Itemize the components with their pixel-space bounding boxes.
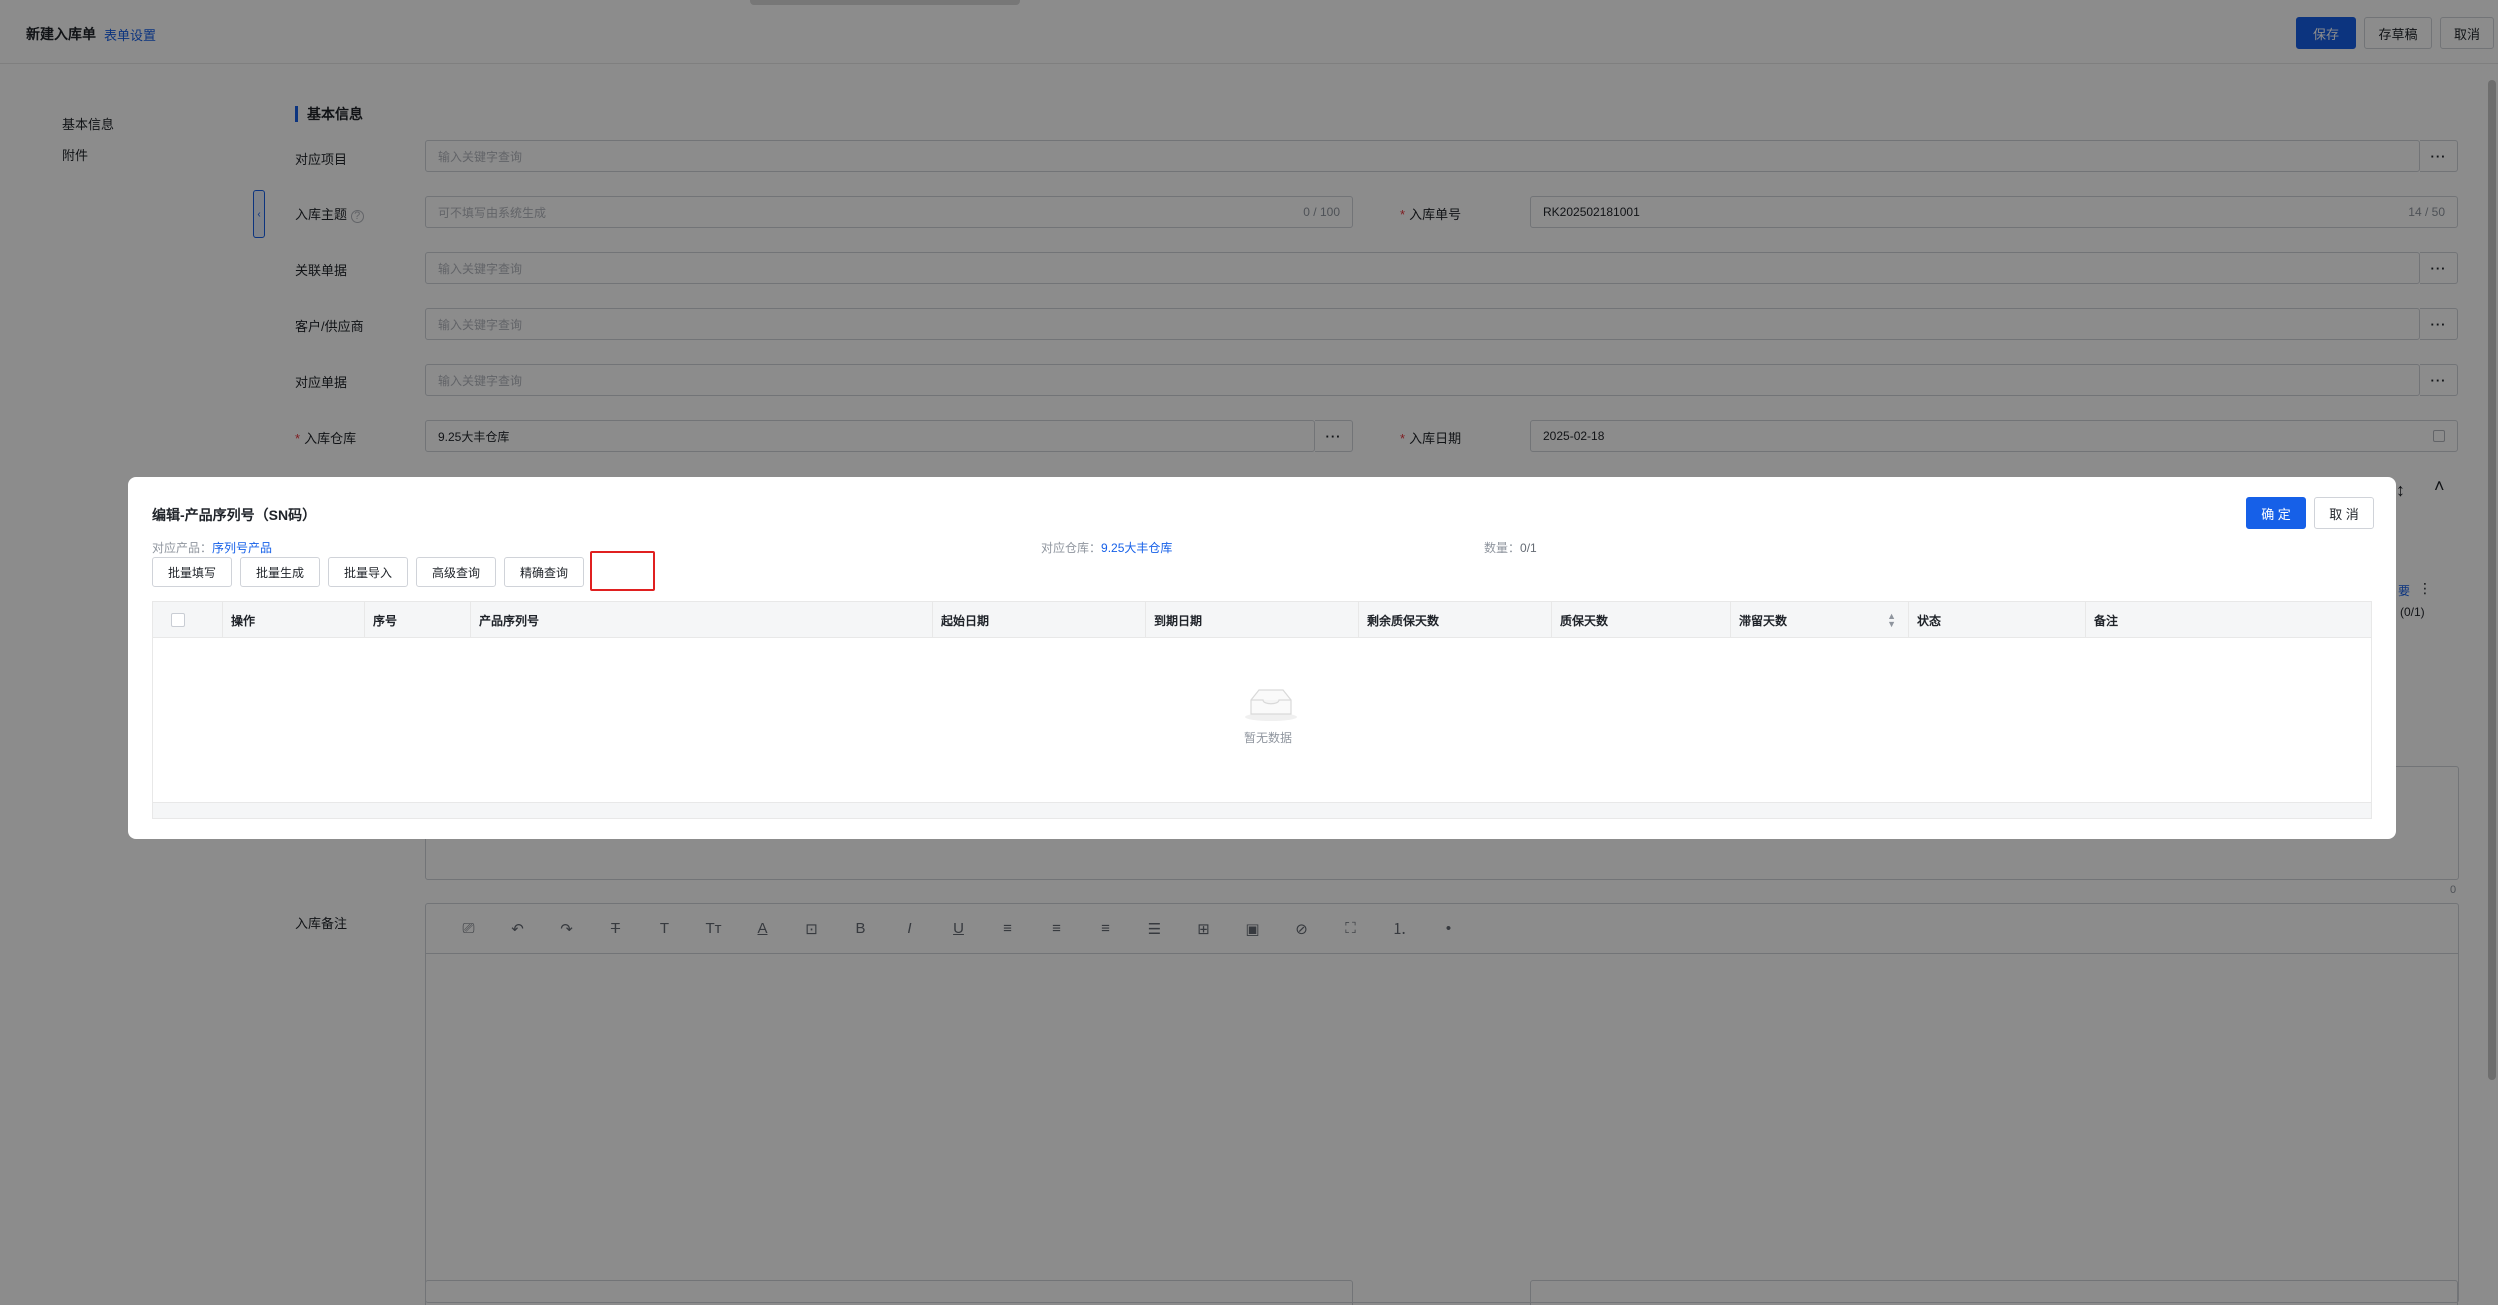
product-label: 对应产品：: [152, 541, 213, 555]
sn-table: 操作 序号 产品序列号 起始日期 到期日期 剩余质保天数 质保天数 滞留天数 ▲ ▼…: [152, 601, 2372, 819]
advanced-search-button[interactable]: 高级查询: [416, 557, 496, 587]
select-all-cell: [153, 602, 223, 638]
col-remaining-warranty: 剩余质保天数: [1359, 602, 1552, 638]
exact-search-button[interactable]: 精确查询: [504, 557, 584, 587]
col-serial-number: 产品序列号: [471, 602, 933, 638]
product-link[interactable]: 序列号产品: [212, 541, 272, 555]
select-all-checkbox[interactable]: [171, 613, 185, 627]
confirm-button[interactable]: 确 定: [2246, 497, 2306, 529]
warehouse-info: 对应仓库：9.25大丰仓库: [1041, 539, 1172, 556]
quantity-value: 0/1: [1520, 541, 1537, 555]
col-status: 状态: [1909, 602, 2086, 638]
col-warranty-days: 质保天数: [1552, 602, 1731, 638]
batch-fill-button[interactable]: 批量填写: [152, 557, 232, 587]
col-retention-days-label: 滞留天数: [1739, 613, 1788, 628]
dialog-title: 编辑-产品序列号（SN码）: [152, 507, 317, 523]
quantity-label: 数量：: [1484, 541, 1521, 555]
dialog-cancel-button[interactable]: 取 消: [2314, 497, 2374, 529]
highlighted-empty-slot[interactable]: [590, 551, 655, 591]
col-action: 操作: [223, 602, 365, 638]
col-index: 序号: [365, 602, 471, 638]
empty-inbox-icon: [1245, 689, 1297, 721]
dialog-warehouse-label: 对应仓库：: [1041, 541, 1102, 555]
batch-import-button[interactable]: 批量导入: [328, 557, 408, 587]
empty-text: 暂无数据: [1243, 731, 1292, 745]
sort-icon[interactable]: ▲ ▼: [1887, 612, 1896, 629]
sn-edit-dialog: 编辑-产品序列号（SN码） 确 定 取 消 对应产品：序列号产品 对应仓库：9.…: [128, 477, 2396, 839]
table-horizontal-scrollbar[interactable]: [153, 802, 2371, 818]
col-retention-days[interactable]: 滞留天数 ▲ ▼: [1731, 602, 1909, 638]
col-start-date: 起始日期: [933, 602, 1146, 638]
product-info: 对应产品：序列号产品: [152, 539, 272, 556]
col-remark: 备注: [2094, 613, 2119, 628]
quantity-info: 数量：0/1: [1484, 539, 1537, 556]
table-header: 操作 序号 产品序列号 起始日期 到期日期 剩余质保天数 质保天数 滞留天数 ▲ ▼…: [153, 602, 2371, 638]
batch-generate-button[interactable]: 批量生成: [240, 557, 320, 587]
dialog-warehouse-link[interactable]: 9.25大丰仓库: [1101, 541, 1172, 555]
col-expiry-date: 到期日期: [1146, 602, 1359, 638]
empty-state: 暂无数据: [1243, 686, 1299, 746]
